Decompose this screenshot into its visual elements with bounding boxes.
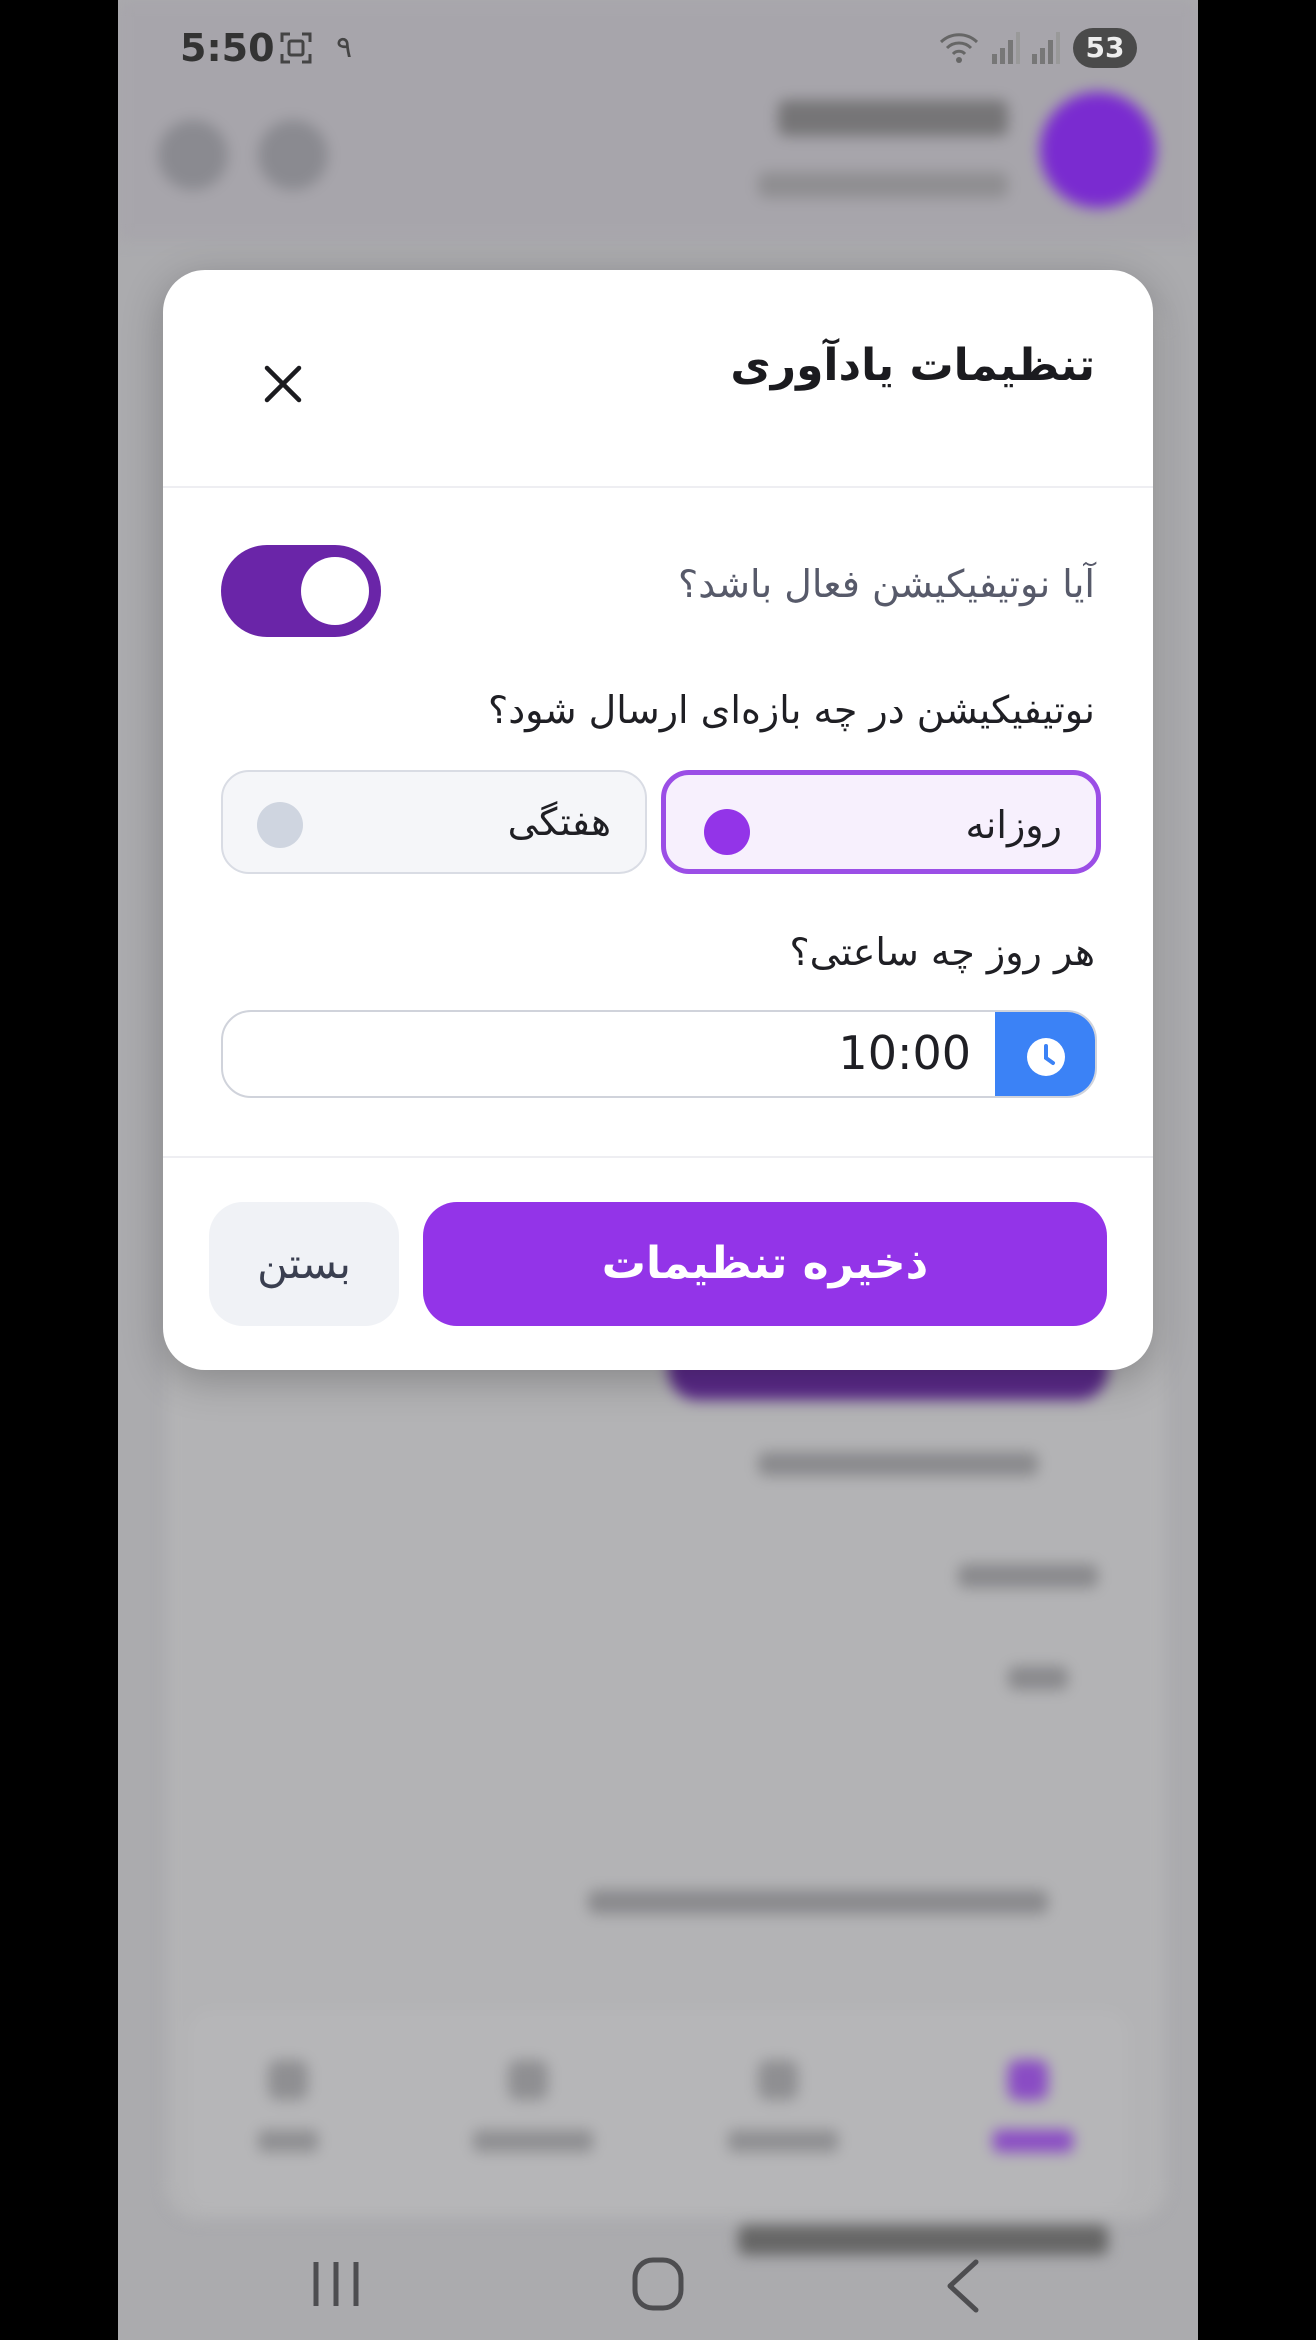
bg-app-subtitle bbox=[758, 172, 1008, 198]
option-weekly-label: هفتگی bbox=[507, 800, 611, 844]
home-icon[interactable] bbox=[630, 2254, 686, 2328]
bg-nav-icon bbox=[268, 2060, 308, 2100]
battery-indicator: 53 bbox=[1073, 28, 1137, 68]
recents-icon[interactable] bbox=[308, 2258, 364, 2324]
bg-nav-icon bbox=[1008, 2060, 1048, 2100]
clock-icon bbox=[1027, 1038, 1065, 1076]
time-value: 10:00 bbox=[838, 1026, 971, 1080]
divider bbox=[163, 486, 1153, 488]
bg-nav-label bbox=[473, 2130, 593, 2152]
phone-screen: 5:50 ٩ 53 تنظیمات یادآوری آیا نوتیفیکیشن… bbox=[118, 0, 1198, 2340]
divider bbox=[163, 1156, 1153, 1158]
radio-selected-icon bbox=[704, 809, 750, 855]
screenshot-icon bbox=[278, 30, 314, 74]
bg-nav-label bbox=[993, 2130, 1073, 2152]
bg-app-title bbox=[778, 100, 1008, 136]
bg-nav-icon bbox=[508, 2060, 548, 2100]
time-picker-button[interactable] bbox=[995, 1012, 1095, 1096]
bg-text-line bbox=[758, 1452, 1038, 1476]
time-input[interactable]: 10:00 bbox=[221, 1010, 1097, 1098]
interval-question: نوتیفیکیشن در چه بازه‌ای ارسال شود؟ bbox=[488, 688, 1095, 732]
dialog-title: تنظیمات یادآوری bbox=[730, 340, 1095, 391]
signal-icon bbox=[1030, 30, 1060, 74]
notification-question: آیا نوتیفیکیشن فعال باشد؟ bbox=[678, 562, 1095, 606]
bg-nav-label bbox=[728, 2130, 838, 2152]
bg-text-line bbox=[738, 2225, 1108, 2255]
close-button[interactable]: بستن bbox=[209, 1202, 399, 1326]
toggle-knob bbox=[301, 557, 369, 625]
bg-nav-label bbox=[258, 2130, 318, 2152]
option-daily-label: روزانه bbox=[965, 803, 1062, 847]
bg-bottom-nav bbox=[188, 2010, 1128, 2210]
bg-nav-icon bbox=[758, 2060, 798, 2100]
option-daily[interactable]: روزانه bbox=[661, 770, 1101, 874]
close-icon[interactable] bbox=[253, 354, 313, 414]
option-weekly[interactable]: هفتگی bbox=[221, 770, 647, 874]
bg-text-line bbox=[1008, 1666, 1068, 1690]
reminder-settings-dialog: تنظیمات یادآوری آیا نوتیفیکیشن فعال باشد… bbox=[163, 270, 1153, 1370]
bg-app-logo bbox=[1040, 92, 1156, 208]
status-notif-digit: ٩ bbox=[336, 30, 353, 65]
signal-icon bbox=[990, 30, 1020, 74]
status-time: 5:50 bbox=[180, 26, 275, 70]
bg-text-line bbox=[588, 1890, 1048, 1914]
bg-header-button bbox=[258, 120, 328, 190]
radio-unselected-icon bbox=[257, 802, 303, 848]
bg-header-button bbox=[158, 120, 228, 190]
notification-toggle[interactable] bbox=[221, 545, 381, 637]
wifi-icon bbox=[938, 30, 980, 74]
bg-text-line bbox=[958, 1564, 1098, 1588]
save-settings-button[interactable]: ذخیره تنظیمات bbox=[423, 1202, 1107, 1326]
time-question: هر روز چه ساعتی؟ bbox=[789, 930, 1095, 974]
back-icon[interactable] bbox=[938, 2256, 986, 2330]
